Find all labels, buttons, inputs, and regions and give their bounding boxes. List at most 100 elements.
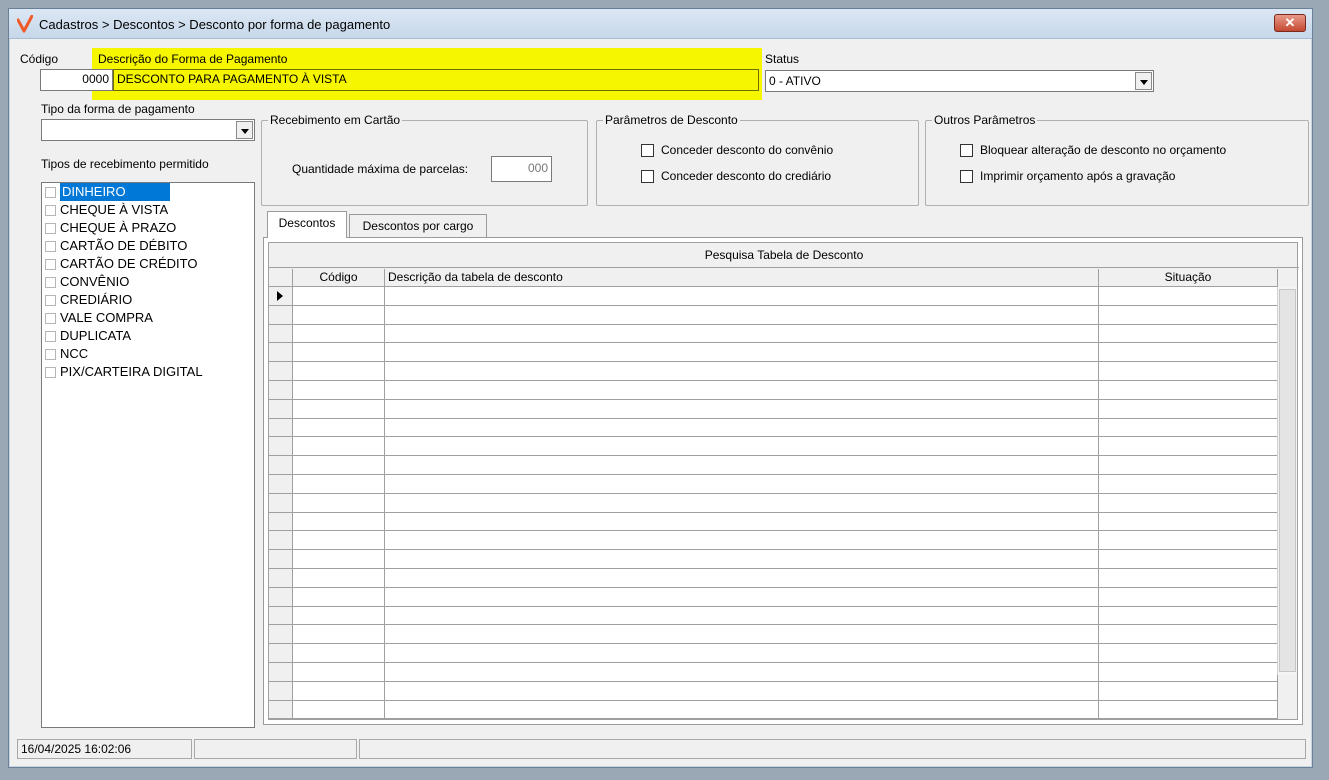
- table-cell[interactable]: [293, 512, 385, 531]
- table-cell[interactable]: [385, 324, 1099, 343]
- table-cell[interactable]: [1099, 587, 1278, 606]
- list-item[interactable]: CARTÃO DE CRÉDITO: [42, 255, 254, 273]
- table-cell[interactable]: [1099, 700, 1278, 719]
- scrollbar-thumb[interactable]: [1279, 289, 1296, 672]
- table-row[interactable]: [269, 324, 1278, 344]
- checkbox[interactable]: [45, 367, 56, 378]
- table-cell[interactable]: [385, 700, 1099, 719]
- grid-body[interactable]: [269, 287, 1278, 719]
- table-row[interactable]: [269, 700, 1278, 719]
- parcelas-field[interactable]: 000: [491, 156, 552, 182]
- table-cell[interactable]: [1099, 625, 1278, 644]
- header-descricao[interactable]: Descrição da tabela de desconto: [385, 269, 1099, 287]
- table-row[interactable]: [269, 474, 1278, 494]
- list-item[interactable]: CREDIÁRIO: [42, 291, 254, 309]
- checkbox[interactable]: [45, 349, 56, 360]
- table-cell[interactable]: [385, 587, 1099, 606]
- table-cell[interactable]: [385, 418, 1099, 437]
- table-cell[interactable]: [293, 493, 385, 512]
- tab-descontos[interactable]: Descontos: [267, 211, 347, 238]
- header-codigo[interactable]: Código: [293, 269, 385, 287]
- list-item[interactable]: CHEQUE À VISTA: [42, 201, 254, 219]
- table-cell[interactable]: [293, 662, 385, 681]
- status-select[interactable]: 0 - ATIVO: [765, 70, 1154, 92]
- table-row[interactable]: [269, 531, 1278, 551]
- table-cell[interactable]: [293, 550, 385, 568]
- table-cell[interactable]: [1099, 568, 1278, 587]
- table-cell[interactable]: [1099, 305, 1278, 324]
- tab-descontos-por-cargo[interactable]: Descontos por cargo: [349, 214, 487, 238]
- table-row[interactable]: [269, 550, 1278, 569]
- table-cell[interactable]: [385, 399, 1099, 418]
- table-row[interactable]: [269, 662, 1278, 682]
- table-cell[interactable]: [1099, 343, 1278, 362]
- table-cell[interactable]: [293, 625, 385, 644]
- status-dropdown-button[interactable]: [1135, 72, 1152, 90]
- table-row[interactable]: [269, 493, 1278, 513]
- table-cell[interactable]: [385, 493, 1099, 512]
- checkbox[interactable]: [45, 205, 56, 216]
- table-cell[interactable]: [1099, 531, 1278, 550]
- table-cell[interactable]: [385, 568, 1099, 587]
- table-cell[interactable]: [293, 380, 385, 399]
- table-cell[interactable]: [385, 362, 1099, 380]
- checkbox[interactable]: [45, 241, 56, 252]
- table-row[interactable]: [269, 644, 1278, 663]
- table-cell[interactable]: [1099, 550, 1278, 568]
- tipos-receb-list[interactable]: DINHEIRO CHEQUE À VISTA CHEQUE À PRAZO C…: [41, 182, 255, 728]
- table-cell[interactable]: [1099, 287, 1278, 305]
- table-cell[interactable]: [293, 343, 385, 362]
- checkbox[interactable]: [45, 331, 56, 342]
- table-cell[interactable]: [1099, 399, 1278, 418]
- tipo-forma-dropdown-button[interactable]: [236, 121, 253, 139]
- bloquear-alteracao-checkbox[interactable]: Bloquear alteração de desconto no orçame…: [960, 143, 1226, 158]
- checkbox[interactable]: [45, 277, 56, 288]
- header-situacao[interactable]: Situação: [1099, 269, 1278, 287]
- table-cell[interactable]: [293, 399, 385, 418]
- table-cell[interactable]: [293, 700, 385, 719]
- table-cell[interactable]: [1099, 606, 1278, 625]
- table-cell[interactable]: [1099, 474, 1278, 493]
- table-cell[interactable]: [293, 418, 385, 437]
- descricao-field[interactable]: DESCONTO PARA PAGAMENTO À VISTA: [113, 69, 759, 91]
- checkbox[interactable]: [45, 259, 56, 270]
- table-cell[interactable]: [385, 456, 1099, 474]
- table-row[interactable]: [269, 343, 1278, 363]
- table-cell[interactable]: [293, 362, 385, 380]
- table-cell[interactable]: [1099, 418, 1278, 437]
- table-cell[interactable]: [293, 681, 385, 700]
- table-row[interactable]: [269, 437, 1278, 457]
- table-cell[interactable]: [1099, 380, 1278, 399]
- list-item[interactable]: DUPLICATA: [42, 327, 254, 345]
- table-cell[interactable]: [385, 625, 1099, 644]
- table-cell[interactable]: [1099, 681, 1278, 700]
- table-row[interactable]: [269, 587, 1278, 607]
- table-row[interactable]: [269, 399, 1278, 419]
- table-cell[interactable]: [293, 437, 385, 456]
- table-cell[interactable]: [1099, 324, 1278, 343]
- table-row[interactable]: [269, 305, 1278, 325]
- table-cell[interactable]: [293, 474, 385, 493]
- table-cell[interactable]: [293, 587, 385, 606]
- imprimir-orcamento-checkbox[interactable]: Imprimir orçamento após a gravação: [960, 169, 1175, 184]
- checkbox-box[interactable]: [641, 170, 654, 184]
- table-cell[interactable]: [385, 512, 1099, 531]
- table-row[interactable]: [269, 362, 1278, 381]
- table-cell[interactable]: [293, 456, 385, 474]
- table-cell[interactable]: [293, 644, 385, 662]
- table-cell[interactable]: [385, 531, 1099, 550]
- table-cell[interactable]: [385, 644, 1099, 662]
- checkbox[interactable]: [45, 223, 56, 234]
- checkbox[interactable]: [45, 295, 56, 306]
- table-cell[interactable]: [293, 305, 385, 324]
- table-cell[interactable]: [293, 568, 385, 587]
- list-item[interactable]: CONVÊNIO: [42, 273, 254, 291]
- table-cell[interactable]: [385, 681, 1099, 700]
- grid-vertical-scrollbar[interactable]: [1277, 287, 1297, 675]
- table-cell[interactable]: [385, 287, 1099, 305]
- table-cell[interactable]: [1099, 512, 1278, 531]
- table-cell[interactable]: [1099, 362, 1278, 380]
- table-cell[interactable]: [293, 287, 385, 305]
- table-row[interactable]: [269, 418, 1278, 438]
- list-item[interactable]: CHEQUE À PRAZO: [42, 219, 254, 237]
